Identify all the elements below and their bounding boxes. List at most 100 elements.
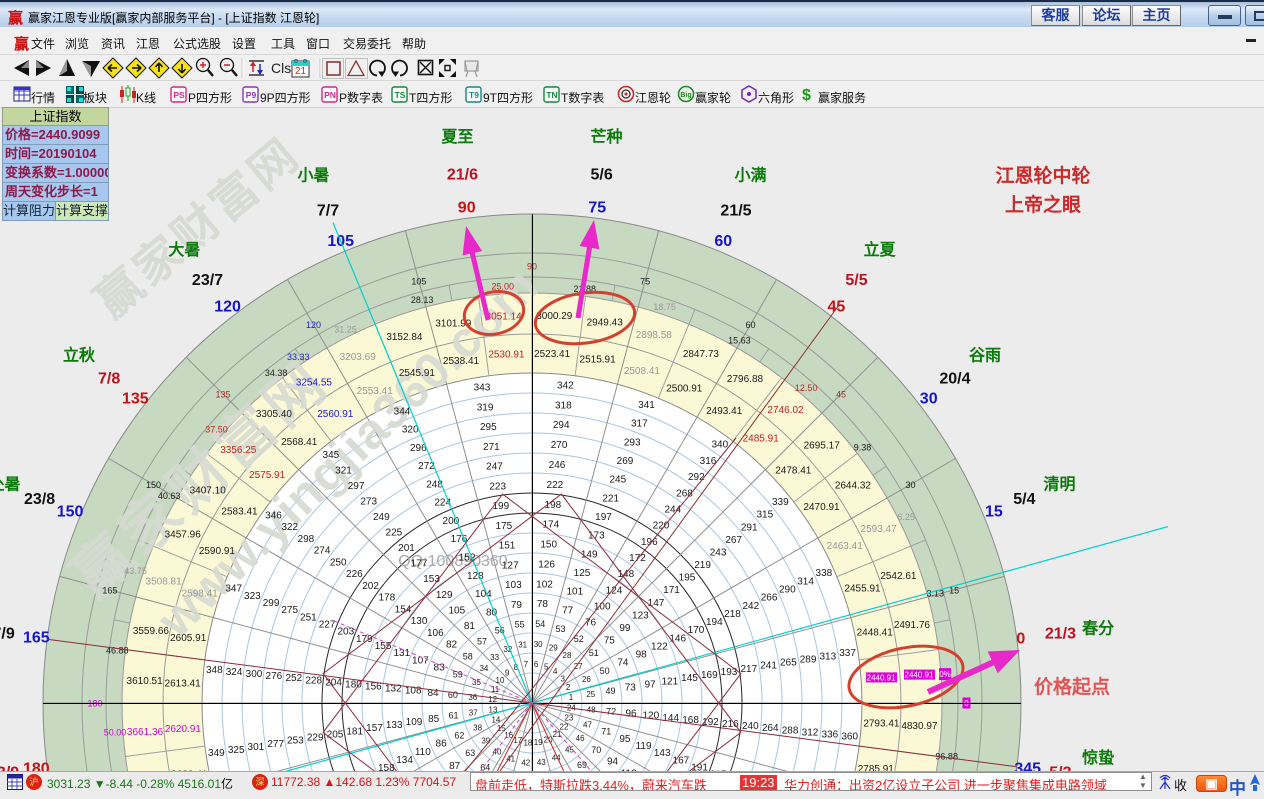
svg-text:2542.61: 2542.61: [880, 571, 917, 582]
svg-text:345: 345: [323, 450, 340, 461]
svg-text:3407.10: 3407.10: [190, 486, 227, 497]
svg-text:7/9: 7/9: [0, 625, 15, 642]
svg-text:276: 276: [266, 671, 283, 682]
svg-text:12: 12: [488, 695, 497, 704]
svg-text:2898.58: 2898.58: [636, 330, 673, 341]
svg-text:205: 205: [327, 729, 344, 740]
svg-text:341: 341: [638, 400, 655, 411]
svg-text:223: 223: [489, 481, 506, 492]
svg-text:2478.41: 2478.41: [775, 466, 812, 477]
svg-text:2620.91: 2620.91: [165, 724, 202, 735]
svg-text:264: 264: [762, 723, 779, 734]
svg-text:2455.91: 2455.91: [844, 583, 881, 594]
svg-text:2598.41: 2598.41: [182, 589, 219, 600]
svg-text:34: 34: [479, 664, 488, 673]
svg-text:3457.96: 3457.96: [165, 530, 202, 541]
svg-text:3000.29: 3000.29: [536, 311, 573, 322]
svg-text:49: 49: [605, 686, 615, 696]
svg-text:266: 266: [761, 593, 778, 604]
svg-text:30: 30: [534, 640, 543, 649]
svg-text:229: 229: [307, 733, 324, 744]
svg-text:127: 127: [502, 560, 519, 571]
svg-text:193: 193: [721, 667, 738, 678]
svg-text:106: 106: [427, 628, 444, 639]
svg-text:253: 253: [287, 736, 304, 747]
svg-text:122: 122: [651, 642, 668, 653]
svg-text:TS: TS: [395, 90, 406, 100]
svg-text:265: 265: [780, 658, 797, 669]
svg-text:大暑: 大暑: [168, 240, 200, 259]
svg-text:150: 150: [540, 540, 557, 551]
svg-text:288: 288: [782, 725, 799, 736]
svg-text:246: 246: [549, 460, 566, 471]
svg-text:5/6: 5/6: [590, 167, 612, 184]
svg-text:102: 102: [536, 579, 553, 590]
svg-text:123: 123: [632, 610, 649, 621]
svg-text:29: 29: [549, 644, 558, 653]
svg-text:97: 97: [644, 680, 656, 691]
svg-text:349: 349: [208, 748, 225, 759]
svg-text:3.13: 3.13: [927, 589, 945, 599]
svg-text:85: 85: [428, 714, 440, 725]
svg-text:171: 171: [663, 585, 680, 596]
svg-text:2575.91: 2575.91: [249, 470, 286, 481]
svg-text:121: 121: [661, 676, 678, 687]
svg-text:290: 290: [779, 585, 796, 596]
svg-text:151: 151: [499, 541, 516, 552]
svg-text:2515.91: 2515.91: [580, 355, 617, 366]
svg-text:60: 60: [448, 690, 458, 700]
svg-text:春分: 春分: [1081, 619, 1114, 638]
svg-text:313: 313: [819, 651, 836, 662]
svg-text:219: 219: [694, 560, 711, 571]
svg-text:226: 226: [346, 569, 363, 580]
svg-text:267: 267: [725, 535, 742, 546]
svg-text:21/5: 21/5: [720, 203, 751, 220]
svg-text:33.33: 33.33: [287, 352, 310, 362]
svg-text:50.00: 50.00: [104, 728, 127, 738]
svg-text:336: 336: [822, 730, 839, 741]
svg-text:269: 269: [617, 456, 634, 467]
svg-text:150: 150: [146, 480, 161, 490]
svg-text:15.63: 15.63: [728, 336, 751, 346]
svg-text:180: 180: [345, 679, 362, 690]
svg-text:315: 315: [756, 510, 773, 521]
svg-text:120: 120: [642, 711, 659, 722]
svg-text:125: 125: [574, 568, 591, 579]
svg-text:324: 324: [226, 667, 243, 678]
svg-text:PS: PS: [173, 90, 185, 100]
svg-text:291: 291: [741, 522, 758, 533]
svg-text:294: 294: [553, 420, 570, 431]
svg-text:251: 251: [300, 612, 317, 623]
svg-text:45: 45: [828, 298, 846, 315]
svg-text:2493.41: 2493.41: [706, 406, 743, 417]
svg-text:3559.66: 3559.66: [133, 626, 170, 637]
svg-text:249: 249: [373, 512, 390, 523]
svg-text:2847.73: 2847.73: [683, 349, 720, 360]
svg-text:271: 271: [483, 442, 500, 453]
svg-text:87: 87: [449, 761, 461, 771]
svg-text:298: 298: [298, 534, 315, 545]
svg-text:小暑: 小暑: [297, 167, 329, 185]
svg-text:131: 131: [393, 648, 410, 659]
svg-text:51: 51: [589, 648, 599, 658]
svg-text:2470.91: 2470.91: [803, 502, 840, 513]
svg-text:342: 342: [557, 381, 574, 392]
svg-text:2530.91: 2530.91: [488, 349, 525, 360]
svg-text:348: 348: [206, 665, 223, 676]
svg-text:241: 241: [760, 661, 777, 672]
svg-text:318: 318: [555, 400, 572, 411]
svg-text:135: 135: [122, 391, 149, 408]
svg-text:37: 37: [469, 709, 478, 718]
svg-text:6.25: 6.25: [897, 512, 915, 522]
svg-text:2568.41: 2568.41: [281, 437, 318, 448]
svg-text:21: 21: [295, 66, 307, 77]
svg-text:45: 45: [836, 390, 846, 400]
svg-text:314: 314: [797, 576, 814, 587]
svg-text:222: 222: [547, 480, 564, 491]
svg-text:2793.41: 2793.41: [863, 719, 900, 730]
svg-text:2593.47: 2593.47: [861, 524, 898, 535]
svg-text:301: 301: [248, 742, 265, 753]
svg-text:60: 60: [714, 233, 732, 250]
svg-text:2448.41: 2448.41: [857, 628, 894, 639]
svg-text:28: 28: [563, 651, 572, 660]
